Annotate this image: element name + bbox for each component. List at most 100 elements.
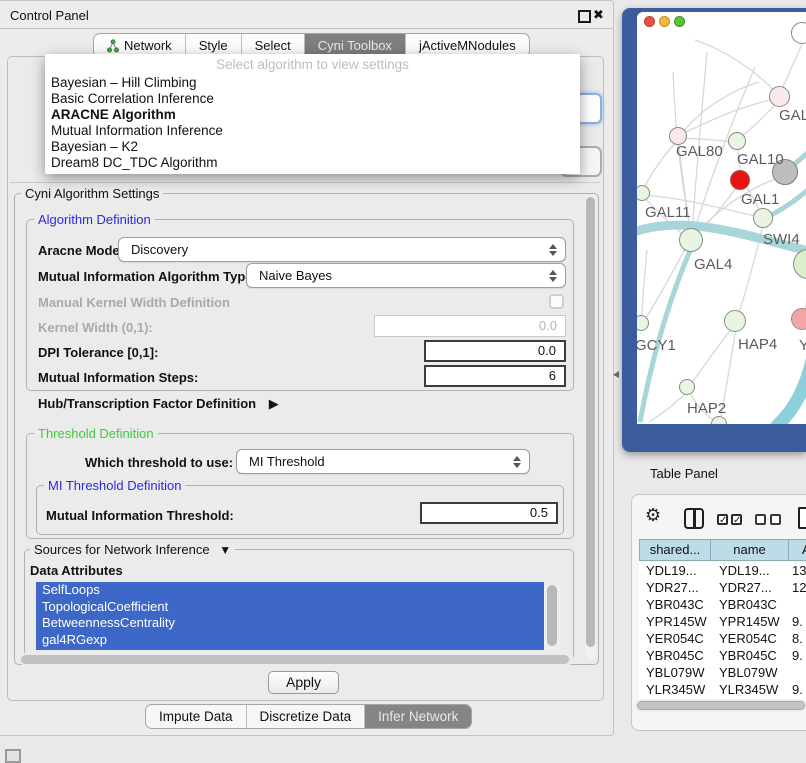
minimized-panel-icon[interactable]: [5, 749, 21, 763]
network-node-selected-red[interactable]: [730, 170, 750, 190]
network-node-gal1[interactable]: [753, 208, 773, 228]
clear-all-checks-icon2[interactable]: [770, 514, 781, 525]
cell-name[interactable]: YPR145W: [710, 613, 788, 630]
expand-right-icon[interactable]: ▶: [269, 396, 279, 411]
menu-item-bayesian-hill-climbing[interactable]: Bayesian – Hill Climbing: [51, 75, 197, 91]
manual-kernel-width-checkbox[interactable]: [549, 294, 564, 309]
tab-jactivemnodules-label: jActiveMNodules: [419, 38, 516, 53]
list-item-topologicalcoefficient[interactable]: TopologicalCoefficient: [36, 599, 544, 616]
table-row[interactable]: YDR27... YDR27... 12: [639, 579, 806, 596]
which-threshold-select[interactable]: MI Threshold: [236, 449, 530, 474]
network-node-hap2[interactable]: [679, 379, 695, 395]
table-row[interactable]: YER054C YER054C 8.: [639, 630, 806, 647]
table-row[interactable]: YDL19... YDL19... 13: [639, 562, 806, 579]
cell-shared[interactable]: YDR27...: [639, 579, 710, 596]
select-all-checks-icon2[interactable]: ✓: [731, 514, 742, 525]
mi-type-select[interactable]: Naive Bayes: [246, 263, 566, 288]
select-all-checks-icon[interactable]: ✓: [717, 514, 728, 525]
mi-threshold-input[interactable]: 0.5: [420, 502, 558, 524]
mi-steps-input[interactable]: 6: [424, 365, 566, 387]
cell-name[interactable]: YLR345W: [710, 681, 788, 698]
cell-name[interactable]: YDR27...: [710, 579, 788, 596]
split-columns-icon[interactable]: [684, 508, 704, 529]
network-window-frame[interactable]: GAL GAL80 GAL10 GAL1 GAL11 SWI4 GAL4 GCY…: [622, 8, 806, 452]
network-node[interactable]: [791, 22, 806, 44]
cell-value[interactable]: 8.: [788, 630, 806, 647]
column-header-shared-name[interactable]: shared...: [639, 539, 711, 561]
menu-item-aracne[interactable]: ARACNE Algorithm: [51, 107, 176, 123]
tab-discretize-data[interactable]: Discretize Data: [247, 705, 366, 728]
cell-shared[interactable]: YBL079W: [639, 664, 710, 681]
clear-all-checks-icon[interactable]: [755, 514, 766, 525]
hub-definition-text: Hub/Transcription Factor Definition: [38, 396, 256, 411]
window-close-button[interactable]: [644, 16, 655, 27]
apply-button[interactable]: Apply: [268, 671, 339, 694]
table-row[interactable]: YBL079W YBL079W: [639, 664, 806, 681]
table-hscrollbar-thumb[interactable]: [637, 701, 805, 710]
column-header-partial[interactable]: A: [788, 539, 806, 561]
aracne-mode-select[interactable]: Discovery: [118, 237, 566, 262]
menu-item-basic-correlation[interactable]: Basic Correlation Inference: [51, 91, 214, 107]
cell-value[interactable]: [788, 664, 806, 681]
cell-shared[interactable]: YER054C: [639, 630, 710, 647]
table-settings-gear-icon[interactable]: ⚙: [645, 506, 661, 524]
network-node-gal4[interactable]: [679, 228, 703, 252]
table-row[interactable]: YLR345W YLR345W 9.: [639, 681, 806, 698]
cell-value[interactable]: 9.: [788, 681, 806, 698]
cell-name[interactable]: YBL079W: [710, 664, 788, 681]
cell-value[interactable]: 12: [788, 579, 806, 596]
network-node-y-partial[interactable]: [791, 308, 806, 330]
cell-name[interactable]: YBR045C: [710, 647, 788, 664]
collapse-down-icon[interactable]: ▼: [219, 543, 231, 557]
menu-item-bayesian-k2[interactable]: Bayesian – K2: [51, 139, 138, 155]
cell-value[interactable]: 9.: [788, 647, 806, 664]
table-row[interactable]: YBR043C YBR043C: [639, 596, 806, 613]
combo-arrows-icon: [513, 450, 521, 473]
mi-steps-label: Mutual Information Steps:: [38, 370, 198, 385]
close-icon[interactable]: ✖: [593, 7, 604, 23]
cell-name[interactable]: YBR043C: [710, 596, 788, 613]
cell-value[interactable]: [788, 596, 806, 613]
tab-impute-data[interactable]: Impute Data: [146, 705, 247, 728]
network-node-hap4[interactable]: [724, 310, 746, 332]
menu-item-dream8[interactable]: Dream8 DC_TDC Algorithm: [51, 155, 218, 171]
kernel-width-input[interactable]: 0.0: [374, 315, 566, 337]
cell-name[interactable]: YDL19...: [710, 562, 788, 579]
tab-impute-data-label: Impute Data: [159, 709, 233, 724]
cell-value[interactable]: 9.: [788, 613, 806, 630]
window-minimize-button[interactable]: [659, 16, 670, 27]
cell-name[interactable]: YER054C: [710, 630, 788, 647]
sources-title-text: Sources for Network Inference: [34, 542, 210, 557]
sources-group-title[interactable]: Sources for Network Inference ▼: [30, 543, 235, 557]
table-row[interactable]: YPR145W YPR145W 9.: [639, 613, 806, 630]
cell-shared[interactable]: YBR045C: [639, 647, 710, 664]
settings-hscrollbar-thumb[interactable]: [21, 655, 569, 664]
cell-shared[interactable]: YDL19...: [639, 562, 710, 579]
hub-definition-expander-label[interactable]: Hub/Transcription Factor Definition ▶: [38, 396, 279, 412]
cell-shared[interactable]: YPR145W: [639, 613, 710, 630]
new-table-icon[interactable]: [798, 507, 806, 529]
mi-threshold-label: Mutual Information Threshold:: [46, 508, 234, 523]
network-node-gal-partial[interactable]: [769, 86, 790, 107]
cell-shared[interactable]: YBR043C: [639, 596, 710, 613]
window-zoom-button[interactable]: [674, 16, 685, 27]
node-label-gal-partial: GAL: [779, 107, 806, 124]
dpi-tolerance-label: DPI Tolerance [0,1]:: [38, 345, 158, 360]
list-item-betweennesscentrality[interactable]: BetweennessCentrality: [36, 615, 544, 632]
settings-vscrollbar-thumb[interactable]: [586, 197, 595, 647]
network-node-gal10[interactable]: [728, 132, 746, 150]
which-threshold-label: Which threshold to use:: [85, 455, 233, 470]
list-vscrollbar-thumb[interactable]: [547, 585, 557, 646]
menu-item-mutual-information[interactable]: Mutual Information Inference: [51, 123, 223, 139]
column-header-name[interactable]: name: [710, 539, 789, 561]
kernel-width-label: Kernel Width (0,1):: [38, 320, 153, 335]
table-row[interactable]: YBR045C YBR045C 9.: [639, 647, 806, 664]
cell-shared[interactable]: YLR345W: [639, 681, 710, 698]
cell-value[interactable]: 13: [788, 562, 806, 579]
dpi-tolerance-input[interactable]: 0.0: [424, 340, 566, 362]
list-item-selfloops[interactable]: SelfLoops: [36, 582, 544, 599]
float-window-icon[interactable]: [578, 10, 591, 23]
network-canvas[interactable]: GAL GAL80 GAL10 GAL1 GAL11 SWI4 GAL4 GCY…: [637, 12, 806, 424]
tab-infer-network[interactable]: Infer Network: [365, 705, 471, 728]
list-item-gal4rgexp[interactable]: gal4RGexp: [36, 632, 544, 649]
